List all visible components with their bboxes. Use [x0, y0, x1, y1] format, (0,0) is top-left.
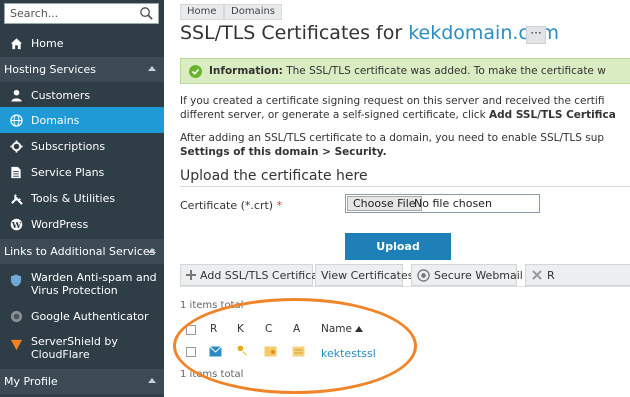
collapse-caret-icon: [148, 378, 156, 383]
section-hosting-services[interactable]: Hosting Services: [0, 57, 164, 82]
view-certificates-button[interactable]: View Certificates: [315, 264, 413, 286]
home-icon: [9, 36, 23, 50]
help-paragraph-1: If you created a certificate signing req…: [180, 95, 616, 121]
document-icon: [9, 165, 23, 179]
sidebar-item-label: Subscriptions: [31, 139, 106, 153]
info-text: The SSL/TLS certificate was added. To ma…: [286, 65, 606, 77]
sidebar-item-tools-utilities[interactable]: Tools & Utilities: [0, 185, 164, 211]
search-placeholder: Search...: [10, 7, 59, 20]
sidebar-item-home[interactable]: Home: [0, 30, 164, 56]
upload-heading: Upload the certificate here: [180, 168, 368, 184]
success-check-icon: [189, 65, 202, 78]
certificate-file-input[interactable]: Choose File No file chosen: [345, 194, 540, 213]
tools-icon: [9, 191, 23, 205]
file-status-text: No file chosen: [414, 197, 492, 210]
info-label: Information:: [209, 65, 283, 77]
sidebar-item-google-authenticator[interactable]: Google Authenticator: [0, 303, 164, 329]
certificate-field-label: Certificate (*.crt) *: [180, 199, 283, 212]
required-mark: *: [276, 199, 283, 212]
breadcrumb-home[interactable]: Home: [180, 4, 224, 20]
globe-icon: [9, 113, 23, 127]
warden-shield-icon: [9, 273, 23, 287]
divider: [180, 186, 630, 187]
sidebar-item-servershield[interactable]: ServerShield by CloudFlare: [0, 335, 164, 361]
section-my-profile[interactable]: My Profile: [0, 369, 164, 394]
more-actions-button[interactable]: ···: [526, 26, 546, 44]
sidebar: Search... Home Hosting Services Customer…: [0, 0, 164, 397]
info-message: Information: The SSL/TLS certificate was…: [180, 58, 630, 84]
user-icon: [9, 88, 23, 102]
sidebar-item-label: Warden Anti-spam and Virus Protection: [31, 271, 157, 297]
servershield-icon: [9, 337, 23, 351]
collapse-caret-icon: [148, 248, 156, 253]
search-icon[interactable]: [139, 6, 154, 21]
remove-button[interactable]: R: [525, 264, 630, 286]
annotation-highlight-oval: [173, 298, 417, 394]
upload-certificate-button[interactable]: Upload Certificate: [345, 233, 451, 280]
secure-webmail-button[interactable]: Secure Webmail: [411, 264, 523, 286]
sidebar-item-wordpress[interactable]: W WordPress: [0, 211, 164, 237]
sidebar-item-label: Tools & Utilities: [31, 191, 116, 205]
collapse-caret-icon: [148, 66, 156, 71]
wordpress-icon: W: [9, 217, 23, 231]
choose-file-button[interactable]: Choose File: [347, 196, 422, 211]
section-label: Hosting Services: [4, 63, 96, 76]
sidebar-item-service-plans[interactable]: Service Plans: [0, 159, 164, 185]
breadcrumb-domains[interactable]: Domains: [224, 4, 283, 20]
add-certificate-button[interactable]: Add SSL/TLS Certificate: [180, 264, 329, 286]
svg-text:W: W: [10, 219, 21, 229]
sidebar-item-label: Home: [31, 36, 64, 50]
page-title: SSL/TLS Certificates for kekdomain.com: [180, 22, 559, 44]
main-content: Home Domains SSL/TLS Certificates for ke…: [164, 0, 630, 397]
sidebar-item-label: Domains: [31, 113, 80, 127]
sidebar-item-subscriptions[interactable]: Subscriptions: [0, 133, 164, 159]
section-links-additional[interactable]: Links to Additional Services: [0, 239, 164, 264]
remove-icon: [531, 269, 543, 281]
google-authenticator-icon: [9, 309, 23, 323]
subscriptions-icon: [9, 139, 23, 153]
section-label: Links to Additional Services: [4, 245, 156, 258]
plus-icon: [186, 270, 196, 280]
sidebar-item-label: ServerShield by CloudFlare: [31, 335, 118, 361]
help-paragraph-2: After adding an SSL/TLS certificate to a…: [180, 132, 605, 158]
sidebar-item-label: Service Plans: [31, 165, 105, 179]
sidebar-item-label: WordPress: [31, 217, 89, 231]
sidebar-item-label: Customers: [31, 88, 91, 102]
sidebar-item-warden[interactable]: Warden Anti-spam and Virus Protection: [0, 271, 164, 297]
section-label: My Profile: [4, 375, 58, 388]
search-input[interactable]: Search...: [4, 3, 159, 24]
sidebar-item-domains[interactable]: Domains: [0, 107, 164, 133]
sidebar-item-customers[interactable]: Customers: [0, 82, 164, 108]
sidebar-item-label: Google Authenticator: [31, 309, 149, 323]
webmail-icon: [417, 268, 430, 282]
